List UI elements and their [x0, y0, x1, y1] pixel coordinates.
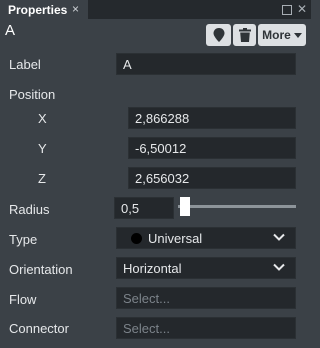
position-y-label: Y: [38, 141, 47, 156]
radius-input[interactable]: 0,5: [114, 197, 174, 219]
orientation-value: Horizontal: [123, 260, 182, 276]
type-color-dot: [131, 232, 142, 244]
position-x-label: X: [38, 111, 47, 126]
position-y-value: -6,50012: [135, 140, 187, 156]
connector-label: Connector: [9, 321, 69, 336]
flow-placeholder: Select...: [123, 290, 170, 306]
position-x-input[interactable]: 2,866288: [128, 107, 296, 129]
type-value: Universal: [148, 230, 203, 246]
marker-icon: [213, 28, 224, 42]
orientation-label: Orientation: [9, 262, 73, 277]
label-value: A: [123, 56, 132, 72]
position-y-input[interactable]: -6,50012: [128, 137, 296, 159]
connector-placeholder: Select...: [123, 320, 170, 336]
window-controls: ✕: [281, 2, 307, 17]
tab-title: Properties: [8, 2, 68, 17]
type-select[interactable]: Universal: [116, 227, 296, 249]
more-button[interactable]: More: [258, 24, 306, 46]
tab-properties[interactable]: Properties ×: [0, 0, 88, 19]
maximize-icon[interactable]: [281, 5, 292, 15]
window-close-icon[interactable]: ✕: [297, 2, 307, 17]
orientation-select[interactable]: Horizontal: [116, 257, 296, 279]
position-label: Position: [9, 87, 56, 102]
marker-button[interactable]: [206, 24, 231, 46]
radius-slider-track[interactable]: [178, 205, 296, 208]
label-input[interactable]: A: [116, 53, 296, 75]
chevron-down-icon: [293, 32, 302, 38]
radius-value: 0,5: [121, 200, 140, 216]
chevron-down-icon: [273, 263, 285, 271]
delete-button[interactable]: [233, 24, 256, 46]
type-label: Type: [9, 232, 38, 247]
label-label: Label: [9, 57, 41, 72]
position-z-value: 2,656032: [135, 170, 190, 186]
tab-close-icon[interactable]: ×: [72, 2, 79, 17]
flow-select[interactable]: Select...: [116, 287, 296, 309]
trash-icon: [238, 28, 251, 42]
connector-select[interactable]: Select...: [116, 317, 296, 339]
tab-bar: Properties × ✕: [0, 0, 311, 19]
radius-label: Radius: [9, 202, 50, 217]
position-z-label: Z: [38, 171, 46, 186]
position-z-input[interactable]: 2,656032: [128, 167, 296, 189]
radius-slider-thumb[interactable]: [180, 197, 190, 216]
flow-label: Flow: [9, 292, 37, 307]
more-label: More: [262, 28, 291, 42]
page-title: A: [5, 22, 16, 39]
chevron-down-icon: [273, 233, 285, 241]
position-x-value: 2,866288: [135, 110, 190, 126]
